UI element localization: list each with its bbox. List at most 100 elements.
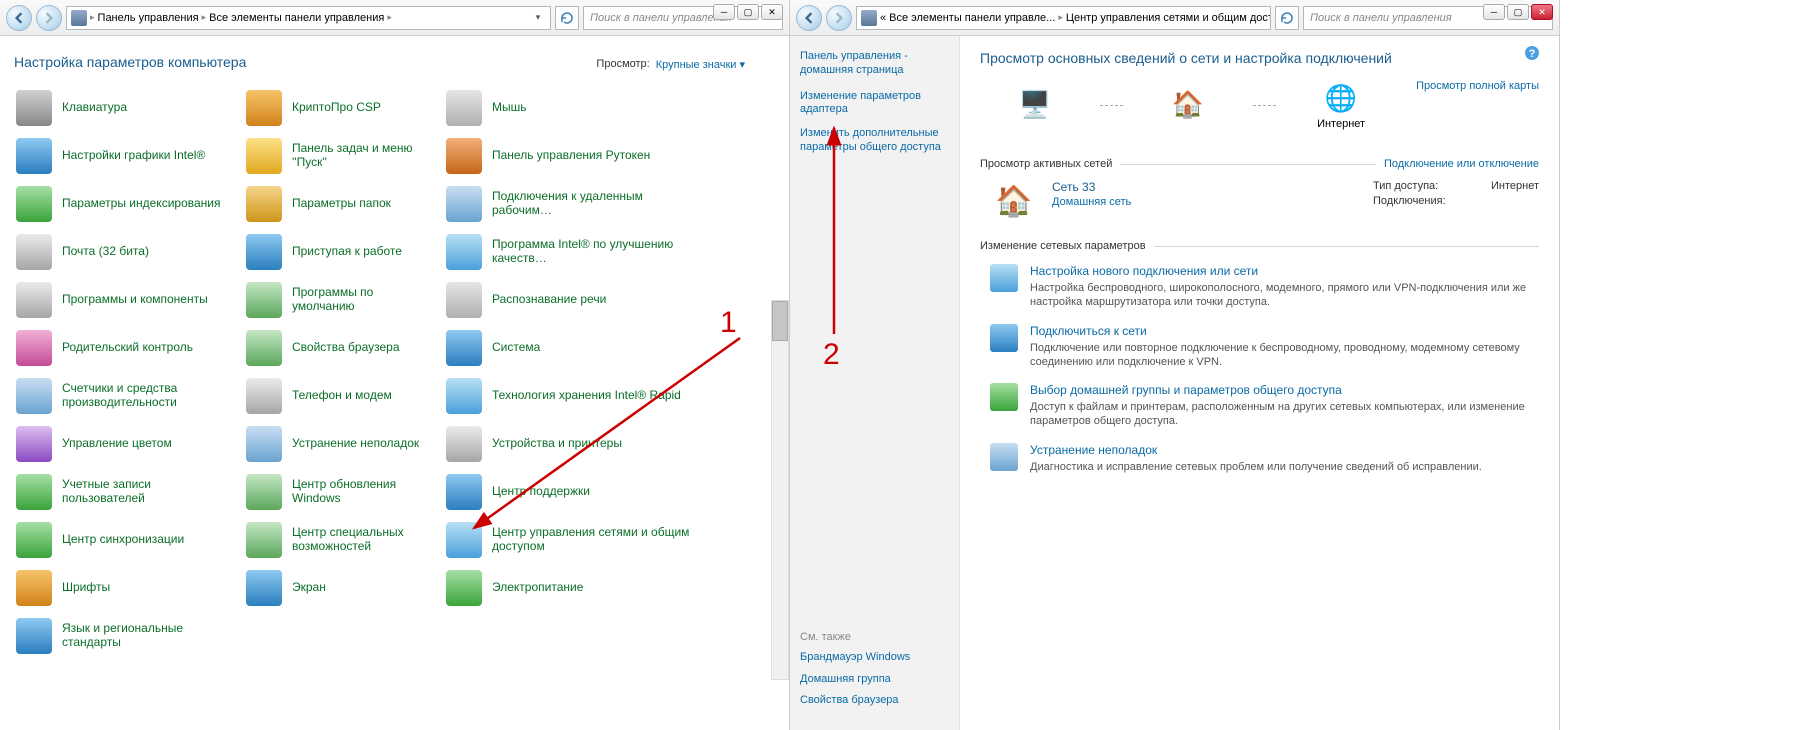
cp-item-icon [446,234,482,270]
control-panel-item[interactable]: Язык и региональные стандарты [14,615,234,657]
svg-text:?: ? [1529,48,1536,60]
breadcrumb-seg[interactable]: Центр управления сетями и общим доступом [1066,12,1271,24]
net-node-internet[interactable]: 🌐 Интернет [1286,80,1396,130]
control-panel-item[interactable]: Подключения к удаленным рабочим… [444,183,704,225]
breadcrumb-seg[interactable]: Все элементы панели управления [209,12,384,24]
minimize-button[interactable]: ─ [713,4,735,20]
control-panel-item[interactable]: Мышь [444,87,704,129]
control-panel-item[interactable]: Свойства браузера [244,327,434,369]
see-also-link[interactable]: Свойства браузера [800,694,949,708]
cp-item-label: Программы по умолчанию [292,286,432,314]
side-link[interactable]: Изменение параметров адаптера [800,90,949,118]
control-panel-item[interactable]: Устройства и принтеры [444,423,704,465]
control-panel-item[interactable]: Распознавание речи [444,279,704,321]
close-button[interactable]: ✕ [761,4,783,20]
help-icon[interactable]: ? [1523,44,1541,62]
control-panel-item[interactable]: Центр синхронизации [14,519,234,561]
nav-forward-button[interactable] [826,5,852,31]
control-panel-item[interactable]: Панель задач и меню ''Пуск'' [244,135,434,177]
control-panel-item[interactable]: Центр поддержки [444,471,704,513]
net-node-router[interactable]: 🏠 [1133,86,1243,124]
cp-item-icon [446,138,482,174]
address-bar[interactable]: ▸ Панель управления ▸ Все элементы панел… [66,6,551,30]
cp-item-icon [246,282,282,318]
control-panel-item[interactable]: Система [444,327,704,369]
close-button[interactable]: ✕ [1531,4,1553,20]
see-also-section: См. также Брандмауэр WindowsДомашняя гру… [800,611,949,716]
task-title-link[interactable]: Подключиться к сети [1030,324,1539,338]
task-title-link[interactable]: Выбор домашней группы и параметров общег… [1030,383,1539,397]
control-panel-item[interactable]: Программы и компоненты [14,279,234,321]
control-panel-item[interactable]: Учетные записи пользователей [14,471,234,513]
maximize-button[interactable]: ▢ [1507,4,1529,20]
vertical-scrollbar[interactable] [771,300,789,680]
side-link[interactable]: Изменить дополнительные параметры общего… [800,127,949,155]
network-center-icon [861,10,877,26]
refresh-button[interactable] [555,6,579,30]
network-name: Сеть 33 [1052,180,1131,194]
nav-forward-button[interactable] [36,5,62,31]
cp-item-label: Центр обновления Windows [292,478,432,506]
task-icon [990,383,1018,411]
task-description: Настройка беспроводного, широкополосного… [1030,281,1539,310]
cp-item-icon [246,426,282,462]
control-panel-item[interactable]: Устранение неполадок [244,423,434,465]
addr-dropdown[interactable]: ▾ [530,8,546,28]
task-title-link[interactable]: Настройка нового подключения или сети [1030,264,1539,278]
breadcrumb-seg[interactable]: Все элементы панели управле... [889,12,1055,24]
control-panel-window: ─ ▢ ✕ ▸ Панель управления ▸ Все элементы… [0,0,790,730]
control-panel-item[interactable]: Технология хранения Intel® Rapid [444,375,704,417]
control-panel-item[interactable]: Счетчики и средства производительности [14,375,234,417]
cp-item-icon [246,186,282,222]
cp-item-icon [446,426,482,462]
control-panel-item[interactable]: Программа Intel® по улучшению качеств… [444,231,704,273]
task-icon [990,443,1018,471]
nav-back-button[interactable] [796,5,822,31]
minimize-button[interactable]: ─ [1483,4,1505,20]
scroll-thumb[interactable] [772,301,788,341]
control-panel-item[interactable]: Параметры папок [244,183,434,225]
control-panel-item[interactable]: Управление цветом [14,423,234,465]
task-description: Доступ к файлам и принтерам, расположенн… [1030,400,1539,429]
view-full-map-link[interactable]: Просмотр полной карты [1416,80,1539,92]
control-panel-item[interactable]: Экран [244,567,434,609]
breadcrumb-seg[interactable]: Панель управления [98,12,199,24]
cp-item-label: Родительский контроль [62,341,193,355]
control-panel-home-link[interactable]: Панель управления - домашняя страница [800,50,949,78]
change-settings-header: Изменение сетевых параметров [980,240,1539,252]
page-title: Настройка параметров компьютера [14,54,246,70]
view-mode-dropdown[interactable]: Крупные значки ▾ [656,58,745,71]
control-panel-item[interactable]: Почта (32 бита) [14,231,234,273]
control-panel-item[interactable]: Центр специальных возможностей [244,519,434,561]
control-panel-item[interactable]: Центр обновления Windows [244,471,434,513]
control-panel-item[interactable]: Панель управления Рутокен [444,135,704,177]
control-panel-item[interactable]: Телефон и модем [244,375,434,417]
control-panel-item[interactable]: Центр управления сетями и общим доступом [444,519,704,561]
active-network-entry: 🏠 Сеть 33 Домашняя сеть Тип доступа:Инте… [990,180,1539,222]
cp-item-icon [16,90,52,126]
see-also-link[interactable]: Домашняя группа [800,673,949,687]
control-panel-item[interactable]: КриптоПро CSP [244,87,434,129]
task-icon [990,324,1018,352]
control-panel-item[interactable]: Клавиатура [14,87,234,129]
network-type-link[interactable]: Домашняя сеть [1052,196,1131,208]
cp-item-icon [446,474,482,510]
active-networks-header: Просмотр активных сетей Подключение или … [980,158,1539,170]
connect-disconnect-link[interactable]: Подключение или отключение [1384,158,1539,170]
refresh-button[interactable] [1275,6,1299,30]
net-node-computer[interactable]: 🖥️ [980,86,1090,124]
control-panel-item[interactable]: Параметры индексирования [14,183,234,225]
control-panel-item[interactable]: Электропитание [444,567,704,609]
maximize-button[interactable]: ▢ [737,4,759,20]
see-also-link[interactable]: Брандмауэр Windows [800,651,949,665]
control-panel-item[interactable]: Родительский контроль [14,327,234,369]
nav-back-button[interactable] [6,5,32,31]
view-by: Просмотр: Крупные значки ▾ [596,58,745,71]
control-panel-item[interactable]: Шрифты [14,567,234,609]
network-task: Подключиться к сетиПодключение или повто… [990,324,1539,370]
control-panel-item[interactable]: Приступая к работе [244,231,434,273]
task-title-link[interactable]: Устранение неполадок [1030,443,1482,457]
address-bar[interactable]: « Все элементы панели управле... ▸ Центр… [856,6,1271,30]
control-panel-item[interactable]: Программы по умолчанию [244,279,434,321]
control-panel-item[interactable]: Настройки графики Intel® [14,135,234,177]
